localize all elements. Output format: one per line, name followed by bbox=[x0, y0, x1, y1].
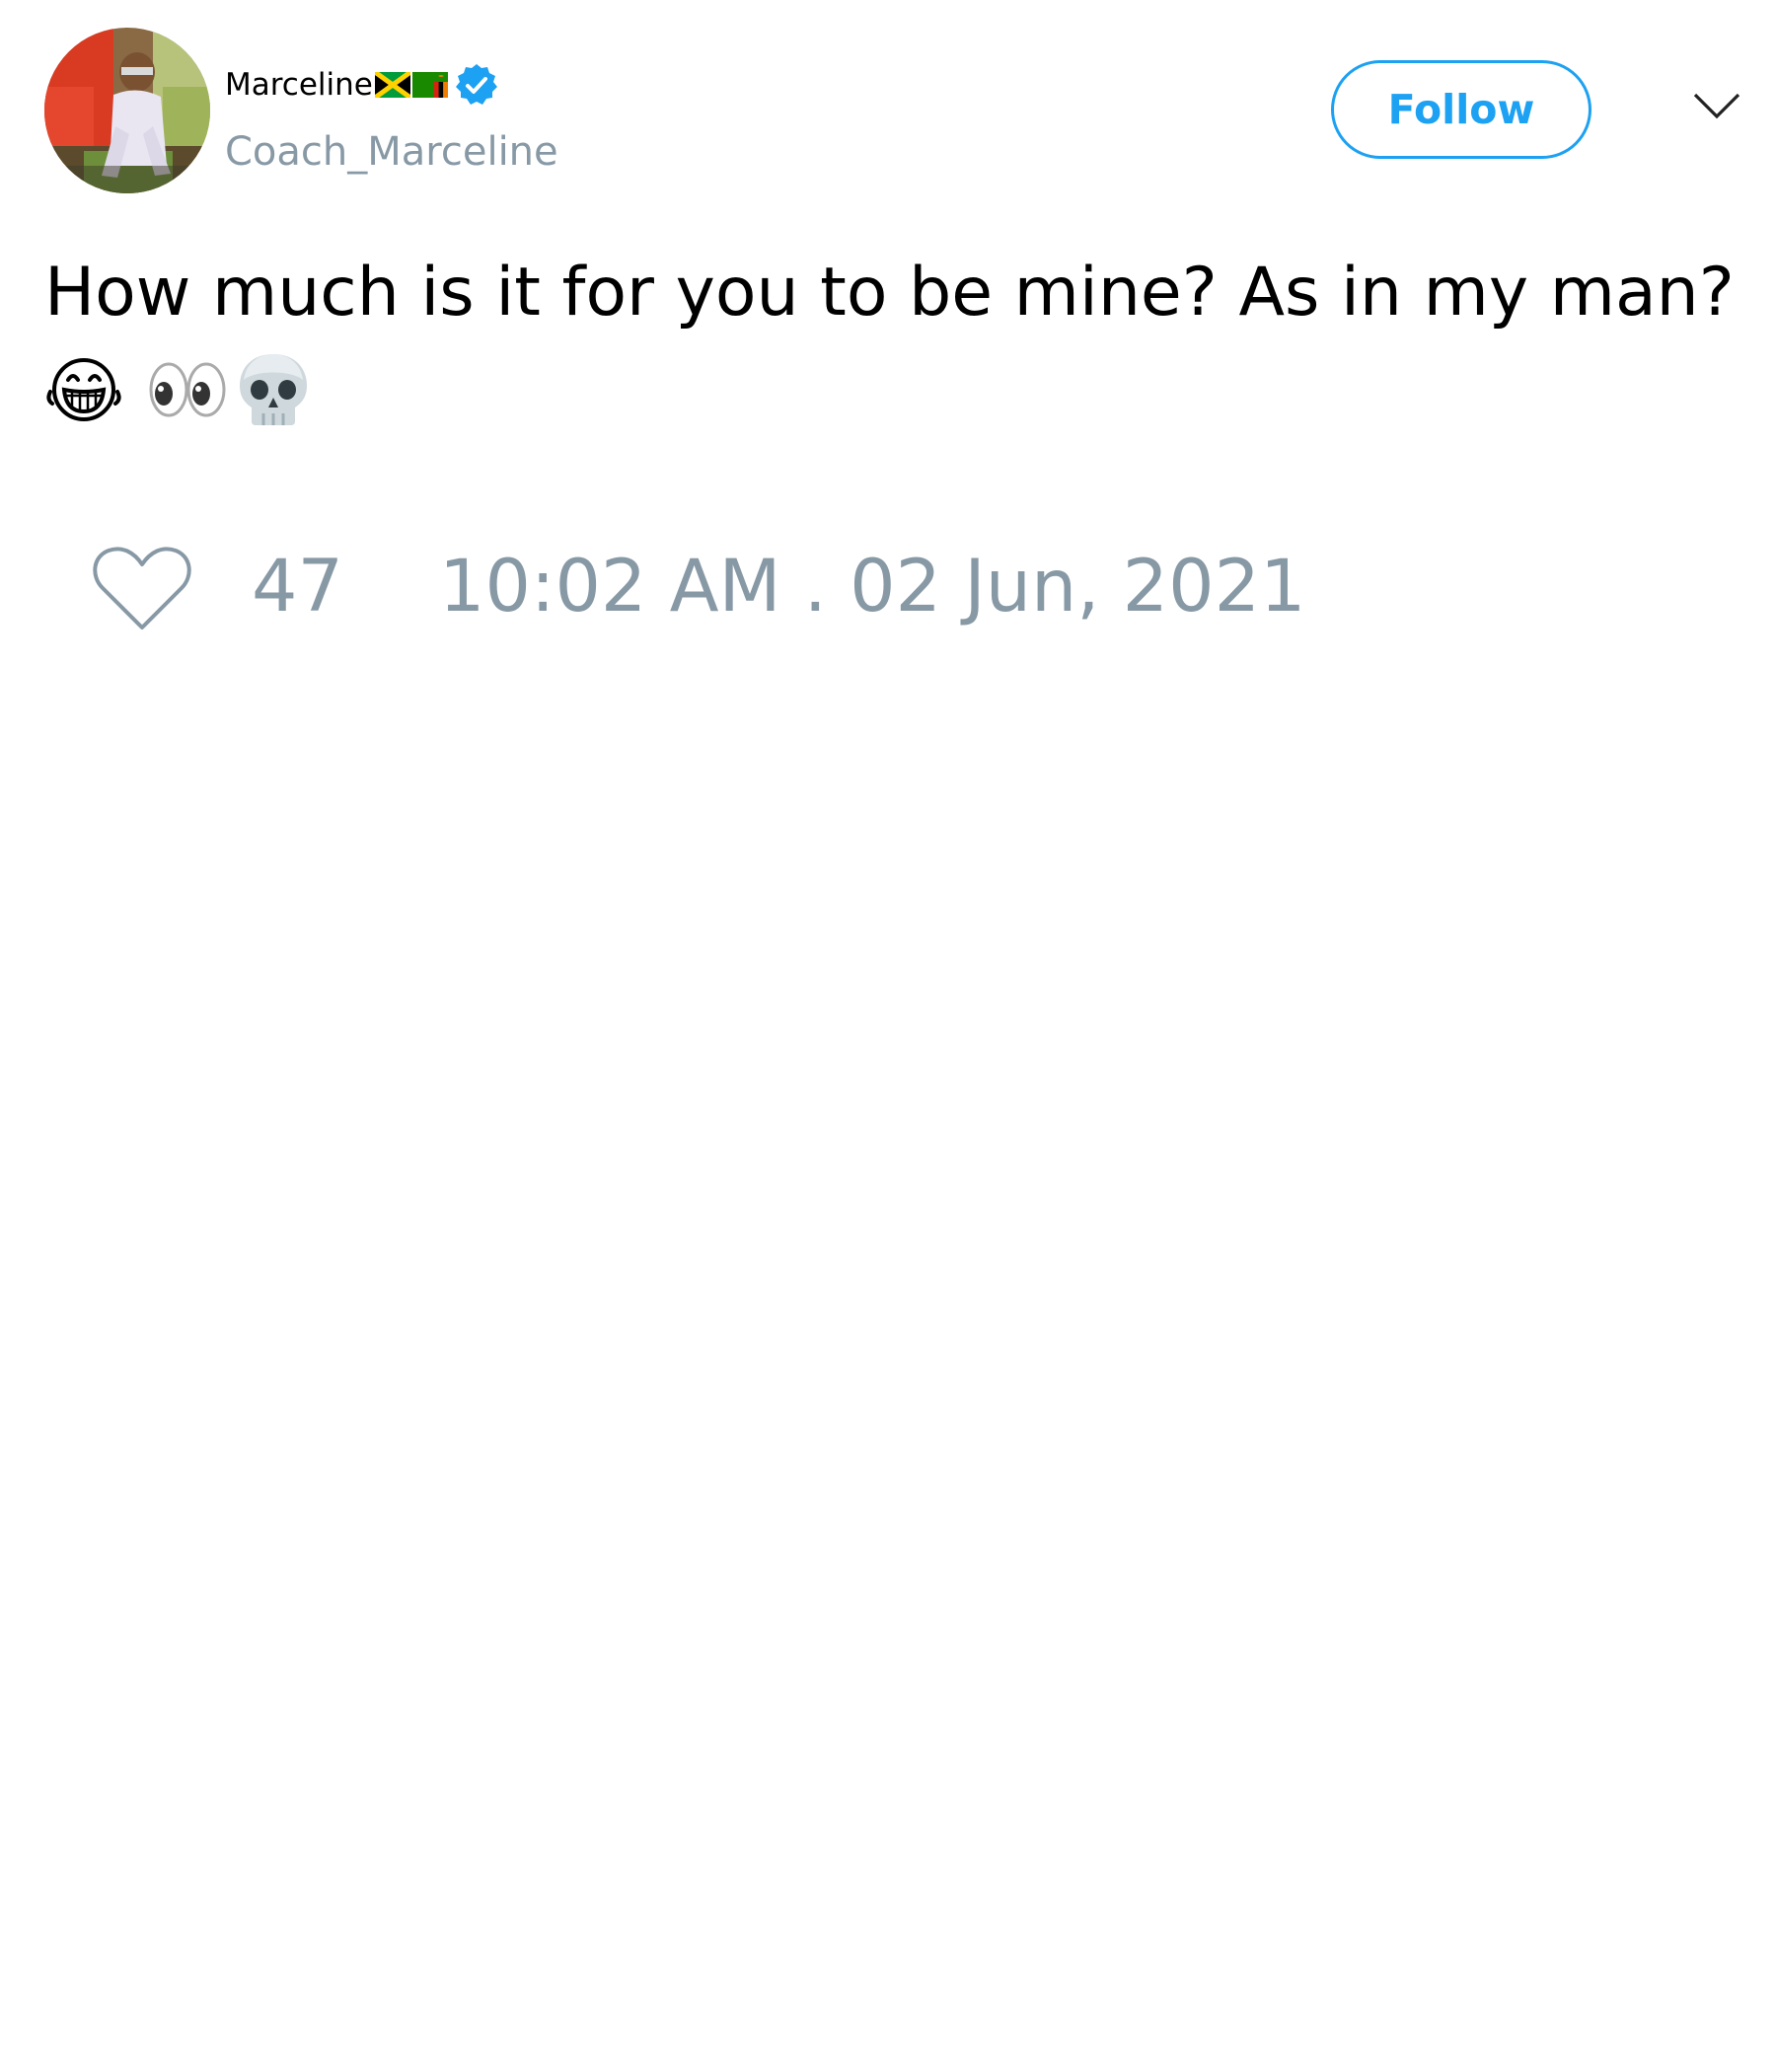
follow-button[interactable]: Follow bbox=[1331, 60, 1591, 159]
tweet-text: How much is it for you to be mine? As in… bbox=[44, 254, 1735, 332]
zambia-flag-icon bbox=[411, 72, 448, 98]
avatar-photo bbox=[44, 28, 210, 193]
laughing-face-icon bbox=[46, 358, 121, 421]
tweet-card: Marceline Coach_Marceline Follow How muc… bbox=[0, 0, 1776, 2072]
author-display-name[interactable]: Marceline bbox=[225, 69, 373, 101]
heart-icon[interactable] bbox=[89, 541, 195, 635]
eyes-icon bbox=[149, 362, 226, 417]
author-handle[interactable]: Coach_Marceline bbox=[225, 126, 558, 178]
author-name-row[interactable]: Marceline bbox=[225, 57, 499, 112]
like-count[interactable]: 47 bbox=[252, 545, 343, 629]
chevron-down-icon[interactable] bbox=[1691, 89, 1742, 124]
tweet-emojis bbox=[44, 345, 311, 434]
verified-badge-icon bbox=[455, 64, 497, 105]
avatar[interactable] bbox=[44, 28, 210, 193]
tweet-timestamp[interactable]: 10:02 AM . 02 Jun, 2021 bbox=[439, 545, 1305, 629]
skull-icon bbox=[240, 354, 307, 425]
jamaica-flag-icon bbox=[374, 72, 410, 98]
